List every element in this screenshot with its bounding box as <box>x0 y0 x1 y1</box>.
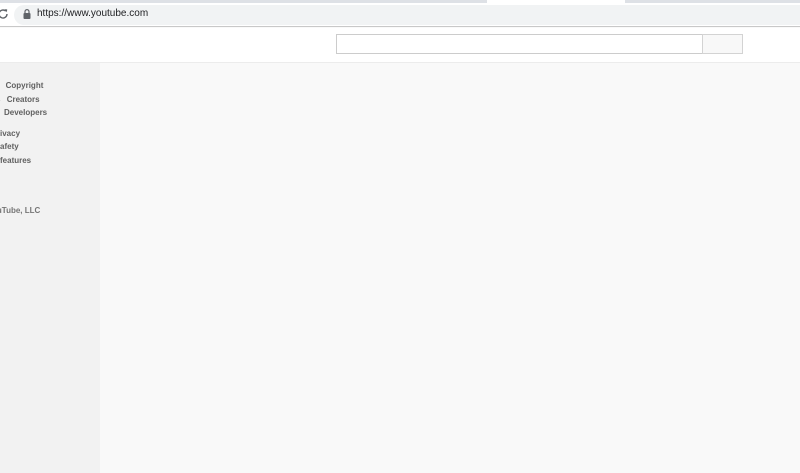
masthead <box>0 28 800 63</box>
guide-line: features <box>0 154 51 168</box>
guide-link-safety[interactable]: afety <box>0 142 19 151</box>
guide-link-new-features[interactable]: features <box>0 156 31 165</box>
guide-footer-links: ess Copyright s Creators Developers ivac… <box>0 79 51 167</box>
lock-icon <box>23 9 31 19</box>
guide-spacer <box>0 120 51 127</box>
guide-line: ivacy <box>0 127 51 141</box>
guide-sidebar: ess Copyright s Creators Developers ivac… <box>0 63 100 473</box>
guide-link-copyright[interactable]: Copyright <box>6 81 44 90</box>
guide-link-privacy[interactable]: ivacy <box>0 129 20 138</box>
url-text[interactable]: https://www.youtube.com <box>37 8 148 20</box>
main-content <box>100 63 800 473</box>
guide-link-developers[interactable]: Developers <box>4 108 47 117</box>
guide-link-creators[interactable]: Creators <box>7 95 40 104</box>
browser-toolbar: https://www.youtube.com <box>0 3 800 27</box>
search-input[interactable] <box>336 34 703 54</box>
copyright-text: ouTube, LLC <box>0 206 41 215</box>
search-button[interactable] <box>702 34 743 54</box>
reload-icon[interactable] <box>0 7 10 21</box>
guide-line: afety <box>0 140 51 154</box>
guide-line: ess Copyright <box>0 79 51 93</box>
guide-line: s Creators <box>0 93 51 107</box>
guide-line: Developers <box>0 106 51 120</box>
